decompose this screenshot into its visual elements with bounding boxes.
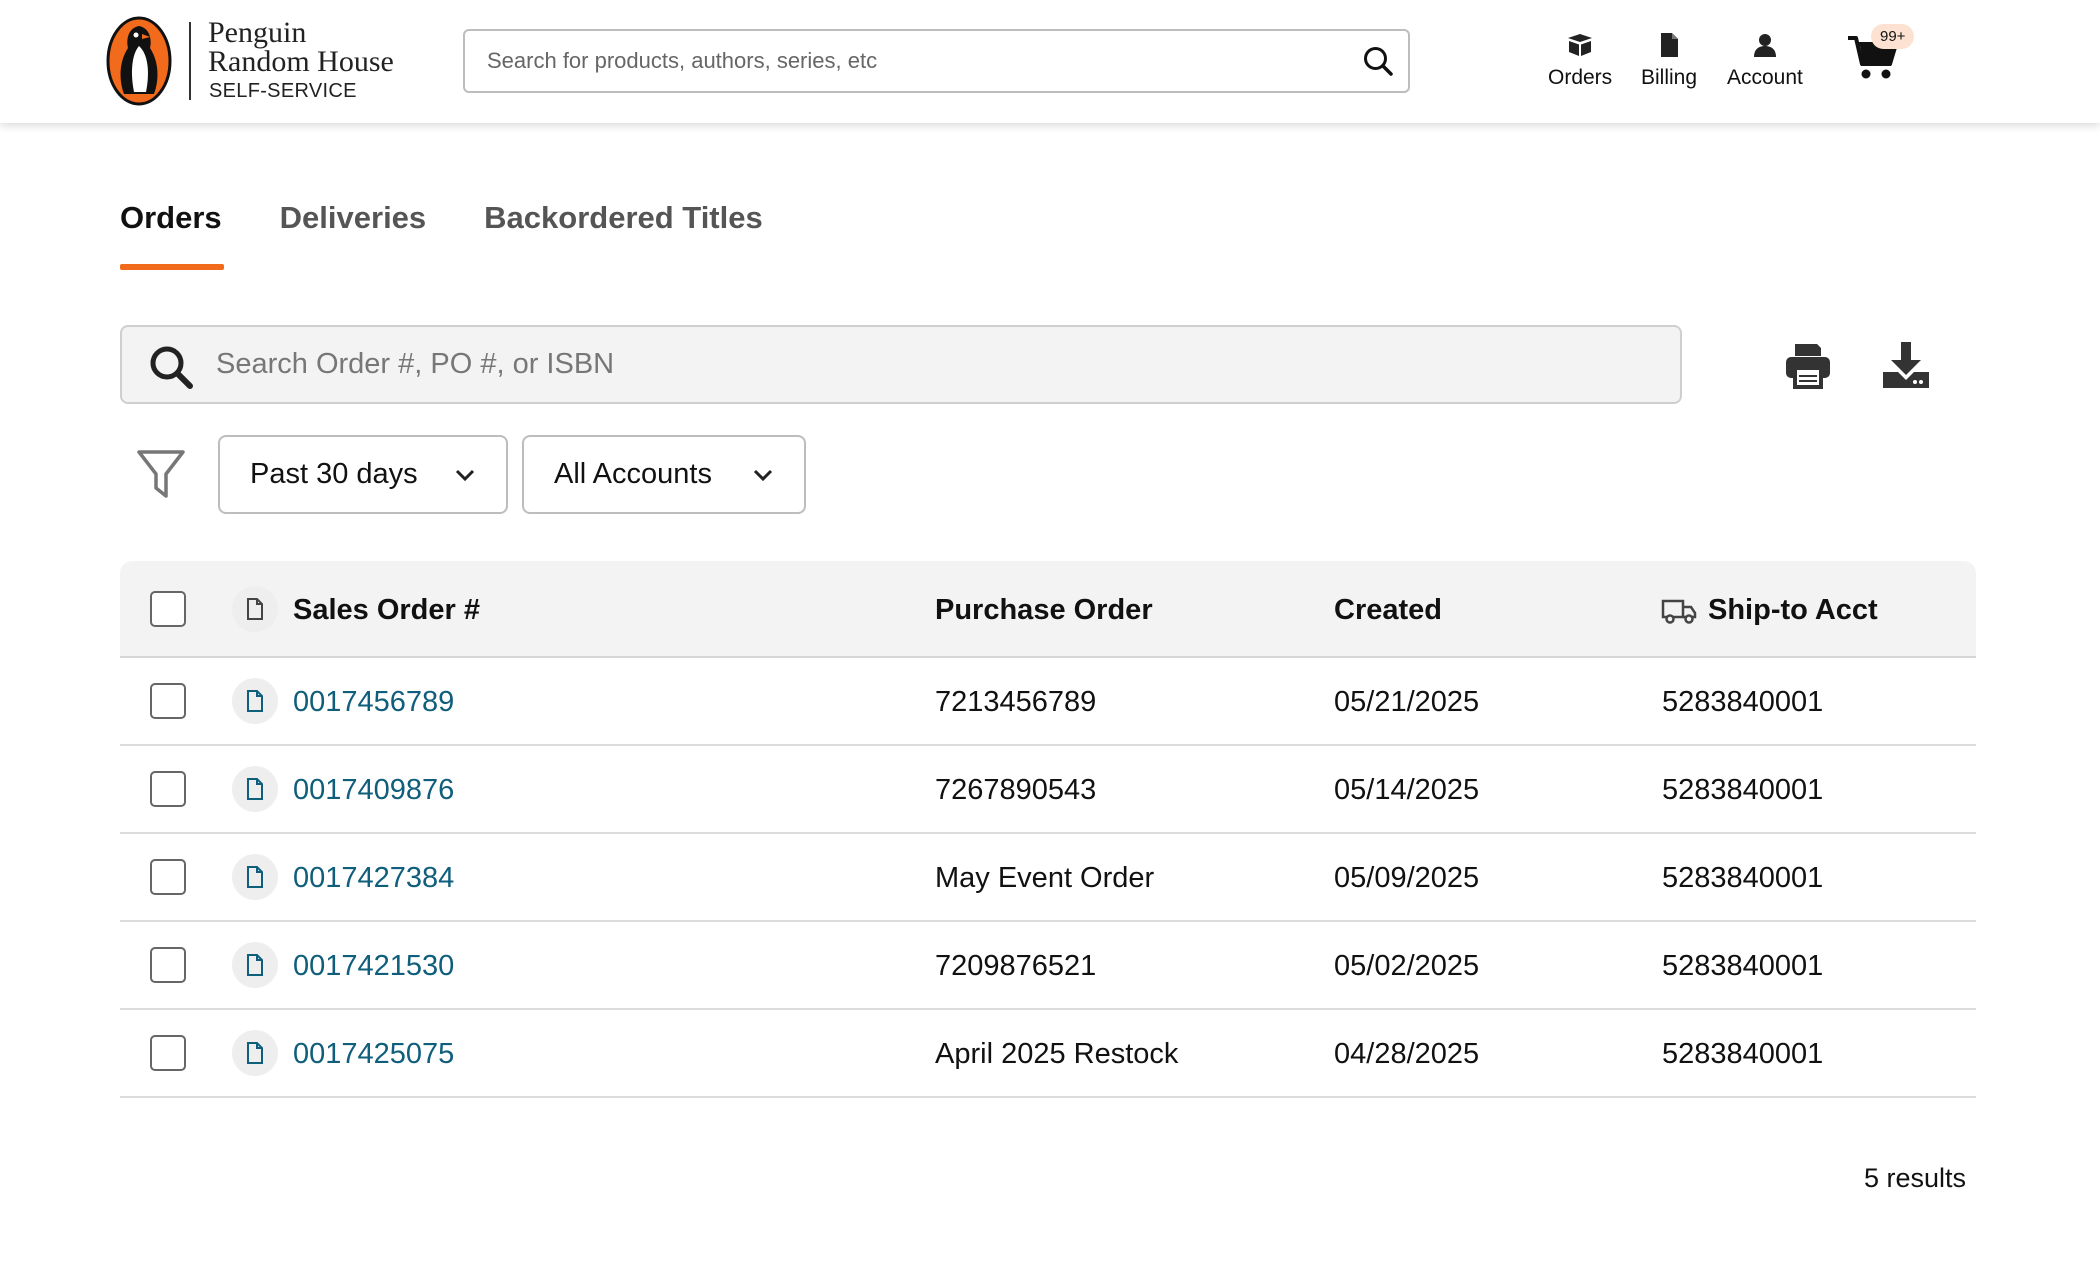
sales-order-link[interactable]: 0017425075 [293,1038,454,1071]
brand-divider [189,22,191,100]
purchase-order: May Event Order [935,862,1155,894]
document-icon [232,586,278,632]
table-row: 0017425075 April 2025 Restock 04/28/2025… [120,1010,1976,1098]
order-search [120,325,1682,404]
sales-order-link[interactable]: 0017456789 [293,686,454,719]
nav-orders[interactable]: Orders [1548,30,1612,90]
purchase-order: 7213456789 [935,686,1097,718]
sales-order-link[interactable]: 0017409876 [293,774,454,807]
col-created[interactable]: Created [1334,594,1442,627]
tab-backordered-titles[interactable]: Backordered Titles [484,200,763,236]
document-icon [232,766,278,812]
col-ship-to-acct[interactable]: Ship-to Acct [1708,594,1878,627]
purchase-order: 7209876521 [935,950,1097,982]
date-range-value: Past 30 days [250,458,418,490]
brand-name: Penguin Random House [208,16,394,78]
person-icon [1753,34,1776,57]
cart-count-badge: 99+ [1871,24,1915,49]
ship-to-acct: 5283840001 [1662,862,1824,894]
created-date: 05/14/2025 [1334,774,1480,806]
nav-billing-label: Billing [1641,66,1698,89]
chevron-down-icon [753,469,773,482]
row-checkbox[interactable] [150,683,186,719]
search-icon [150,346,193,389]
row-checkbox[interactable] [150,1035,186,1071]
date-range-dropdown[interactable]: Past 30 days [218,435,508,514]
document-icon [232,1030,278,1076]
sales-order-link[interactable]: 0017427384 [293,862,454,895]
ship-to-acct: 5283840001 [1662,774,1824,806]
ship-to-acct: 5283840001 [1662,1038,1824,1070]
ship-to-acct: 5283840001 [1662,686,1824,718]
ship-to-acct: 5283840001 [1662,950,1824,982]
row-checkbox[interactable] [150,859,186,895]
tab-deliveries[interactable]: Deliveries [280,200,427,236]
select-all-checkbox[interactable] [150,591,186,627]
created-date: 05/09/2025 [1334,862,1480,894]
table-row: 0017456789 7213456789 05/21/2025 5283840… [120,658,1976,746]
penguin-logo-icon[interactable] [106,16,172,106]
col-purchase-order[interactable]: Purchase Order [935,594,1153,627]
brand-subtitle: SELF-SERVICE [209,80,357,102]
nav-orders-label: Orders [1548,66,1613,89]
row-checkbox[interactable] [150,947,186,983]
chevron-down-icon [455,469,475,482]
document-icon [232,854,278,900]
sales-order-link[interactable]: 0017421530 [293,950,454,983]
filter-icon[interactable] [136,448,186,500]
table-row: 0017409876 7267890543 05/14/2025 5283840… [120,746,1976,834]
results-count: 5 results [1864,1163,1967,1193]
box-icon [1568,34,1593,56]
purchase-order: April 2025 Restock [935,1038,1179,1070]
orders-tabs: Orders Deliveries Backordered Titles [120,200,821,270]
site-header: Penguin Random House SELF-SERVICE Orders… [0,0,2100,123]
created-date: 04/28/2025 [1334,1038,1480,1070]
nav-billing[interactable]: Billing [1641,30,1697,90]
tab-orders[interactable]: Orders [120,200,224,270]
table-row: 0017421530 7209876521 05/02/2025 5283840… [120,922,1976,1010]
accounts-value: All Accounts [554,458,712,490]
printer-icon[interactable] [1783,340,1833,390]
nav-account[interactable]: Account [1727,30,1803,90]
document-icon [1661,33,1679,57]
created-date: 05/02/2025 [1334,950,1480,982]
col-sales-order[interactable]: Sales Order # [293,594,480,627]
table-header: Sales Order # Purchase Order Created Shi… [120,561,1976,658]
search-icon[interactable] [1362,45,1394,77]
row-checkbox[interactable] [150,771,186,807]
nav-account-label: Account [1727,66,1803,89]
download-icon[interactable] [1880,340,1932,390]
global-search-input[interactable] [465,48,1325,74]
global-search [463,29,1410,93]
purchase-order: 7267890543 [935,774,1097,806]
created-date: 05/21/2025 [1334,686,1480,718]
accounts-dropdown[interactable]: All Accounts [522,435,806,514]
document-icon [232,678,278,724]
table-row: 0017427384 May Event Order 05/09/2025 52… [120,834,1976,922]
document-icon [232,942,278,988]
orders-table: Sales Order # Purchase Order Created Shi… [120,561,1976,1098]
order-search-input[interactable] [216,327,1656,402]
truck-icon [1661,599,1697,624]
